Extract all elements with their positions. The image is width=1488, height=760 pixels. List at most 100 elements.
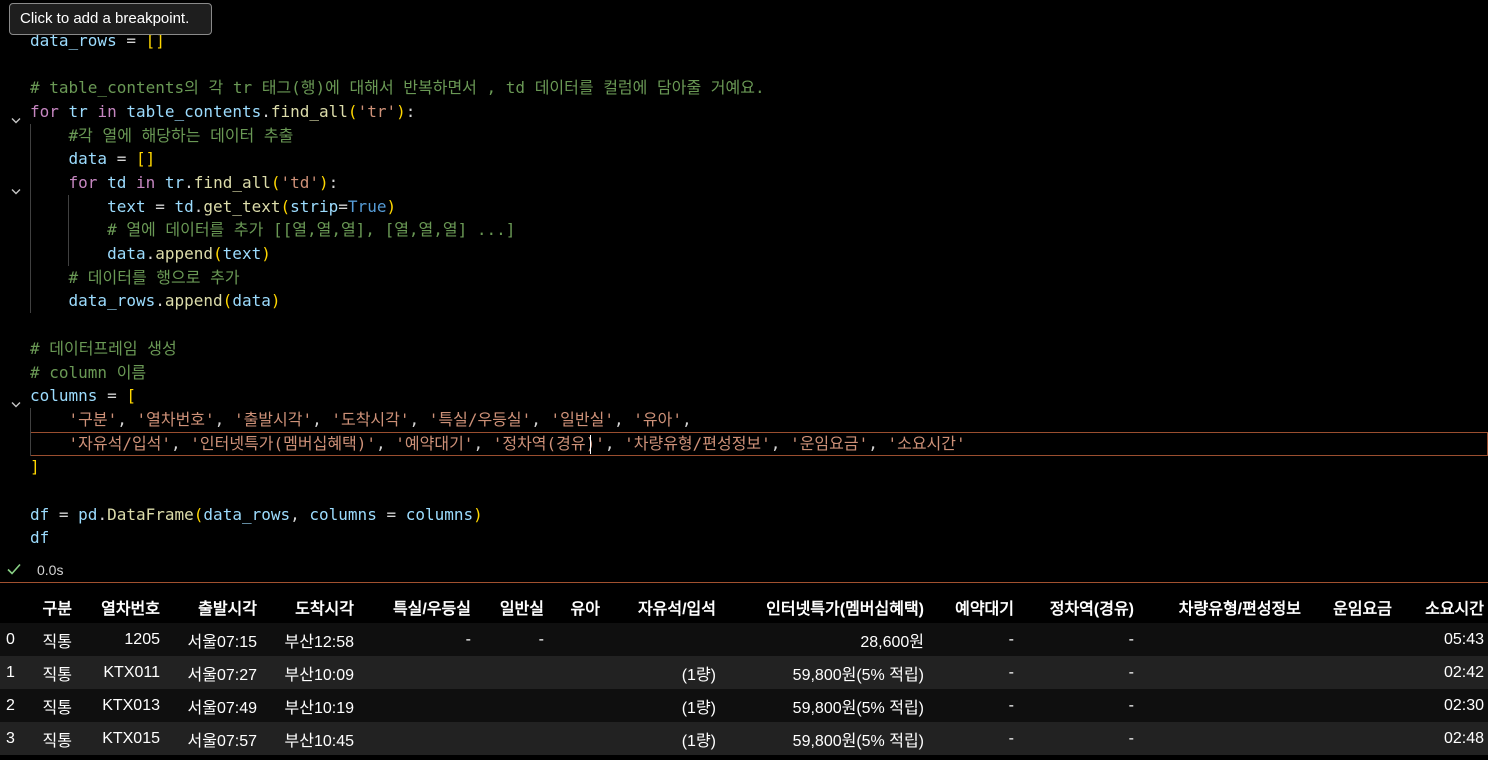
code-token: ( [347,101,358,121]
code-token: ( [280,196,291,216]
code-token: ) [270,291,281,311]
code-token: ( [193,504,204,524]
code-line[interactable]: text = td.get_text(strip=True) [0,194,1488,219]
code-token: , [473,433,493,453]
code-token: for [68,172,98,192]
code-token: . [97,504,108,524]
code-text: for tr in table_contents.find_all('tr'): [30,100,415,124]
fold-chevron-icon[interactable] [11,392,21,408]
table-cell [358,722,475,755]
code-token: td [174,196,194,216]
code-token: text [107,196,146,216]
code-token: get_text [203,196,281,216]
code-line[interactable]: data_rows.append(data) [0,289,1488,314]
code-line[interactable]: # 데이터프레임 생성 [0,337,1488,361]
table-cell [1305,656,1396,689]
table-cell: 부산10:09 [284,666,354,684]
table-cell [548,722,604,755]
code-token: # 열에 데이터를 추가 [[열,열,열], [열,열,열] ...] [107,220,516,240]
code-text: columns = [ [30,384,136,408]
code-token: = [49,504,79,524]
code-line[interactable]: # 데이터를 행으로 추가 [0,265,1488,290]
code-line[interactable]: df [0,526,1488,550]
code-line[interactable] [0,479,1488,503]
fold-chevron-icon[interactable] [11,179,21,195]
table-cell [1305,689,1396,722]
code-line[interactable]: data.append(text) [0,242,1488,266]
code-line[interactable]: #각 열에 해당하는 데이터 추출 [0,123,1488,148]
table-cell: 서울07:27 [187,666,257,684]
table-cell: - [1008,696,1014,714]
code-text: #각 열에 해당하는 데이터 추출 [30,124,294,148]
code-line[interactable]: # 리스트 생성 [0,5,1488,29]
table-cell [358,689,475,722]
code-line[interactable]: columns = [ [0,384,1488,408]
table-cell: 1205 [124,630,160,648]
code-line[interactable]: for td in tr.find_all('td'): [0,170,1488,195]
table-cell: - [465,630,471,648]
code-line[interactable] [0,313,1488,337]
column-header: 일반실 [499,600,544,618]
table-cell: KTX011 [103,663,160,681]
code-text: '자유석/입석', '인터넷특가(멤버십혜택)', '예약대기', '정차역(경… [30,432,966,456]
code-token: '정차역(경유)' [492,433,605,453]
code-token: # 데이터프레임 생성 [30,338,177,358]
code-token: ) [396,101,406,121]
table-row: 2 직통 KTX013 서울07:49 부산10:19 (1량) 59,800원(5% 적립… [0,689,1488,722]
code-line[interactable]: # 열에 데이터를 추가 [[열,열,열], [열,열,열] ...] [0,218,1488,243]
code-token: , [312,409,332,429]
code-line[interactable]: df = pd.DataFrame(data_rows, columns = c… [0,503,1488,527]
code-token: data_rows [203,504,291,524]
code-editor[interactable]: # 리스트 생성data_rows = [] # table_contents의 … [0,0,1488,558]
code-token: , [613,409,634,429]
code-line[interactable]: # table_contents의 각 tr 태그(행)에 대해서 반복하면서 … [0,76,1488,100]
code-line[interactable] [0,52,1488,76]
code-token: tr [164,172,185,192]
code-line[interactable]: '구분', '열차번호', '출발시각', '도착시각', '특실/우등실', … [0,407,1488,432]
table-cell: - [1008,663,1014,681]
breakpoint-tooltip: Click to add a breakpoint. [9,3,212,35]
code-line[interactable]: data = [] [0,147,1488,172]
code-line[interactable]: # column 이름 [0,361,1488,385]
code-token: append [155,244,214,263]
table-header-row: 구분 열차번호 출발시각 도착시각 특실/우등실 일반실 유아 자유석/입석 인터넷특가(멤버십… [0,590,1488,623]
row-index: 1 [6,663,15,681]
code-token: '운임요금' [790,433,869,453]
table-cell: - [1008,630,1014,648]
code-token: 'td' [280,172,320,192]
table-cell [548,623,604,656]
code-line[interactable]: '자유석/입석', '인터넷특가(멤버십혜택)', '예약대기', '정차역(경… [30,431,1488,456]
table-cell: 부산10:19 [284,699,354,717]
code-token: ( [213,244,223,263]
code-token: find_all [193,172,271,192]
code-text: '구분', '열차번호', '출발시각', '도착시각', '특실/우등실', … [30,408,692,432]
code-token: True [347,196,387,216]
table-cell: 59,800원(5% 적립) [792,732,924,750]
code-token: : [405,101,416,121]
code-token: # 데이터를 행으로 추가 [68,267,240,287]
code-token: ] [30,457,40,477]
code-token: text [222,244,262,263]
table-cell [1138,623,1305,656]
code-token: # table_contents의 각 tr 태그(행)에 대해서 반복하면서 … [30,78,765,98]
code-token: '특실/우등실' [428,409,532,429]
code-token: pd [78,504,98,524]
table-cell [548,689,604,722]
column-header: 자유석/입석 [637,600,716,618]
code-token: # column 이름 [30,362,147,382]
code-line[interactable]: ] [0,455,1488,479]
code-token: . [193,196,204,216]
code-line[interactable]: for tr in table_contents.find_all('tr'): [0,100,1488,124]
table-cell: (1량) [681,699,716,717]
table-cell: - [1008,729,1014,747]
table-cell: 직통 [42,666,72,684]
code-token: columns [405,504,474,524]
code-line[interactable]: data_rows = [] [0,29,1488,53]
fold-chevron-icon[interactable] [11,108,21,124]
code-token: in [135,172,156,192]
